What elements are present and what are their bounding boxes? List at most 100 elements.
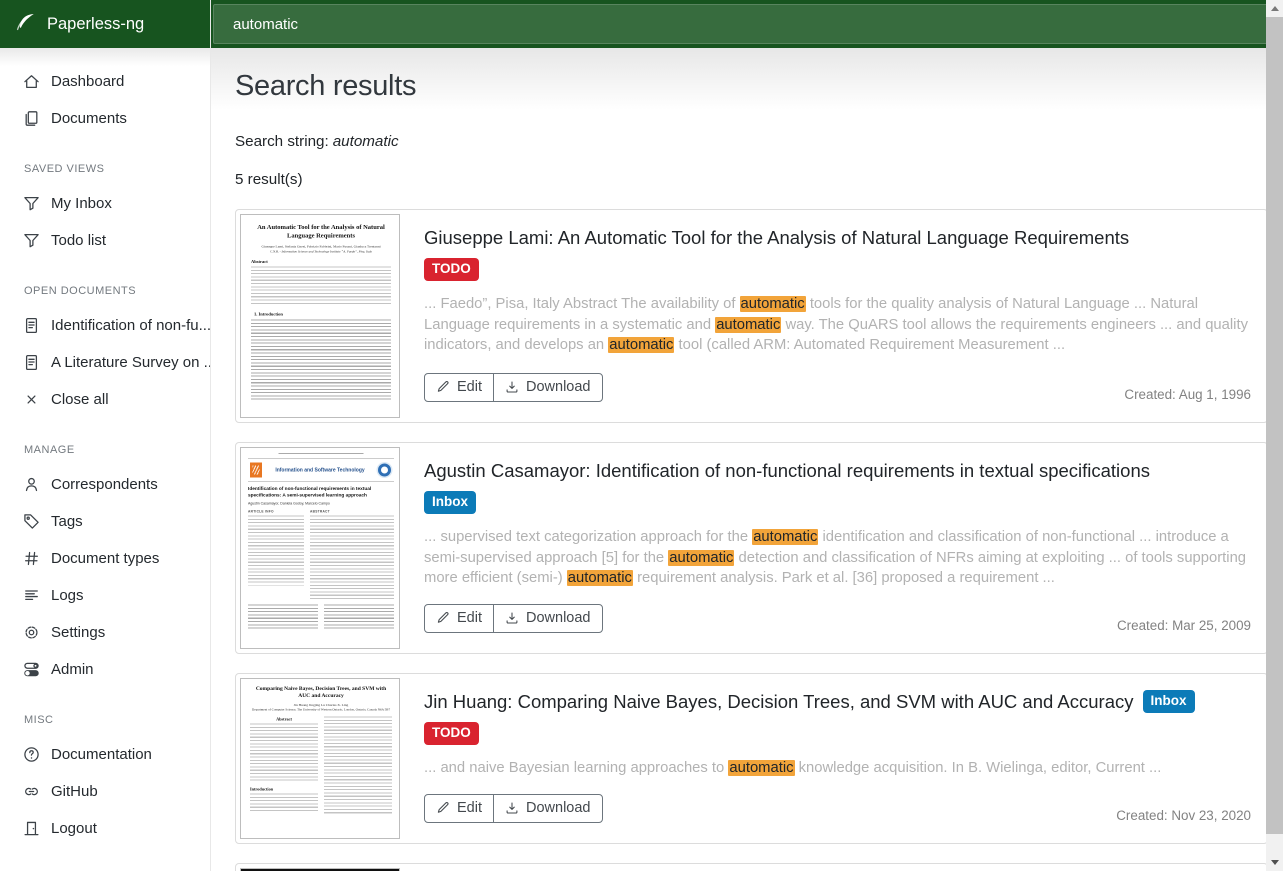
document-thumbnail[interactable]: Comparing Naive Bayes, Decision Trees, a… — [240, 678, 400, 839]
sidebar-item-label: Document types — [51, 550, 159, 567]
download-button-label: Download — [526, 610, 591, 626]
sidebar-item-todo-list[interactable]: Todo list — [0, 222, 210, 259]
question-circle-icon — [23, 746, 40, 763]
tag-badge-todo[interactable]: TODO — [424, 722, 479, 745]
tag-badge-todo[interactable]: TODO — [424, 258, 479, 281]
sidebar-item-my-inbox[interactable]: My Inbox — [0, 185, 210, 222]
download-icon — [505, 611, 519, 625]
sidebar-item-label: GitHub — [51, 783, 98, 800]
sidebar-item-tags[interactable]: Tags — [0, 503, 210, 540]
sidebar-item-label: Settings — [51, 624, 105, 641]
sidebar-item-correspondents[interactable]: Correspondents — [0, 466, 210, 503]
result-footer: Edit Download Created: Mar 25, 2009 — [424, 592, 1251, 633]
sidebar-item-label: Tags — [51, 513, 83, 530]
sidebar-item-logout[interactable]: Logout — [0, 810, 210, 847]
result-snippet: ... supervised text categorization appro… — [424, 527, 1251, 589]
sidebar-item-close-all[interactable]: Close all — [0, 381, 210, 418]
scroll-up-button[interactable] — [1266, 0, 1283, 17]
scroll-down-icon — [1271, 860, 1279, 865]
funnel-icon — [23, 232, 40, 249]
highlighted-term: automatic — [752, 529, 818, 545]
sidebar-item-settings[interactable]: Settings — [0, 614, 210, 651]
sidebar-item-documentation[interactable]: Documentation — [0, 736, 210, 773]
result-snippet: ... and naive Bayesian learning approach… — [424, 758, 1251, 779]
sidebar-item-label: Identification of non-fu... — [51, 317, 210, 334]
file-text-icon — [23, 354, 40, 371]
badges-row: TODO — [424, 258, 1251, 281]
sidebar-item-label: Documents — [51, 110, 127, 127]
result-body: Agustin Casamayor: Identification of non… — [424, 447, 1263, 649]
sidebar-item-dashboard[interactable]: Dashboard — [0, 63, 210, 100]
sidebar-item-github[interactable]: GitHub — [0, 773, 210, 810]
sidebar-item-logs[interactable]: Logs — [0, 577, 210, 614]
sidebar-section-manage: MANAGE — [0, 434, 210, 466]
highlighted-term: automatic — [608, 337, 674, 353]
sidebar-item-documents[interactable]: Documents — [0, 100, 210, 137]
edit-button[interactable]: Edit — [424, 373, 494, 402]
result-count: 5 result(s) — [235, 171, 1268, 188]
sidebar-item-label: Documentation — [51, 746, 152, 763]
document-thumbnail[interactable]: An Automatic Tool for the Analysis of Na… — [240, 214, 400, 418]
sidebar-item-document-types[interactable]: Document types — [0, 540, 210, 577]
download-button[interactable]: Download — [493, 373, 603, 402]
brand[interactable]: Paperless-ng — [0, 0, 210, 48]
sidebar-item-label: Todo list — [51, 232, 106, 249]
sidebar-item-label: Admin — [51, 661, 94, 678]
file-text-icon — [23, 317, 40, 334]
app-window: Paperless-ng Dashboard DocumentsSAVED VI… — [0, 0, 1283, 871]
download-button[interactable]: Download — [493, 794, 603, 823]
door-icon — [23, 820, 40, 837]
result-footer: Edit Download Created: Aug 1, 1996 — [424, 361, 1251, 402]
download-icon — [505, 801, 519, 815]
search-string-line: Search string:automatic — [235, 133, 1268, 150]
pencil-icon — [436, 380, 450, 394]
result-snippet: ... Faedo”, Pisa, Italy Abstract The ava… — [424, 294, 1251, 356]
highlighted-term: automatic — [740, 296, 806, 312]
content-area: Search results Search string:automatic 5… — [211, 48, 1283, 871]
result-title-link[interactable]: Jin Huang: Comparing Naive Bayes, Decisi… — [424, 691, 1134, 712]
edit-button[interactable]: Edit — [424, 794, 494, 823]
sidebar-item-identification-of-non-fu[interactable]: Identification of non-fu... — [0, 307, 210, 344]
main-area: Search results Search string:automatic 5… — [211, 0, 1283, 871]
sidebar-item-admin[interactable]: Admin — [0, 651, 210, 688]
vertical-scrollbar[interactable] — [1266, 0, 1283, 871]
highlighted-term: automatic — [668, 550, 734, 566]
download-button-label: Download — [526, 379, 591, 395]
badges-row: Inbox — [424, 491, 1251, 514]
x-icon — [23, 391, 40, 408]
sidebar-item-label: A Literature Survey on ... — [51, 354, 210, 371]
files-icon — [23, 110, 40, 127]
sidebar-item-a-literature-survey-on[interactable]: A Literature Survey on ... — [0, 344, 210, 381]
sidebar-item-label: Correspondents — [51, 476, 158, 493]
sidebar-nav: Dashboard DocumentsSAVED VIEWS My Inbox … — [0, 48, 210, 847]
result-title-link[interactable]: Agustin Casamayor: Identification of non… — [424, 460, 1150, 481]
elsevier-logo — [250, 463, 262, 478]
tag-badge-inbox[interactable]: Inbox — [1143, 690, 1195, 713]
result-title-link[interactable]: Giuseppe Lami: An Automatic Tool for the… — [424, 227, 1129, 248]
result-body: Giuseppe Lami: An Automatic Tool for the… — [424, 214, 1263, 418]
result-card: Information and Software Technology Iden… — [235, 442, 1268, 654]
result-actions: Edit Download — [424, 373, 603, 402]
sidebar-section-open-documents: OPEN DOCUMENTS — [0, 275, 210, 307]
gear-icon — [23, 624, 40, 641]
edit-button-label: Edit — [457, 610, 482, 626]
hash-icon — [23, 550, 40, 567]
download-button[interactable]: Download — [493, 604, 603, 633]
global-search-input[interactable] — [213, 4, 1274, 44]
tag-icon — [23, 513, 40, 530]
scrollbar-thumb[interactable] — [1266, 17, 1283, 834]
journal-circle-logo — [378, 464, 391, 477]
person-icon — [23, 476, 40, 493]
result-footer: Edit Download Created: Nov 23, 2020 — [424, 782, 1251, 823]
pencil-icon — [436, 801, 450, 815]
link-icon — [23, 783, 40, 800]
search-string-label: Search string: — [235, 133, 329, 150]
sidebar-item-label: Close all — [51, 391, 109, 408]
scroll-down-button[interactable] — [1266, 854, 1283, 871]
sidebar: Paperless-ng Dashboard DocumentsSAVED VI… — [0, 0, 211, 871]
edit-button[interactable]: Edit — [424, 604, 494, 633]
document-thumbnail[interactable]: Information and Software Technology Iden… — [240, 447, 400, 649]
created-date: Created: Aug 1, 1996 — [1124, 387, 1251, 402]
sidebar-item-label: Logout — [51, 820, 97, 837]
tag-badge-inbox[interactable]: Inbox — [424, 491, 476, 514]
